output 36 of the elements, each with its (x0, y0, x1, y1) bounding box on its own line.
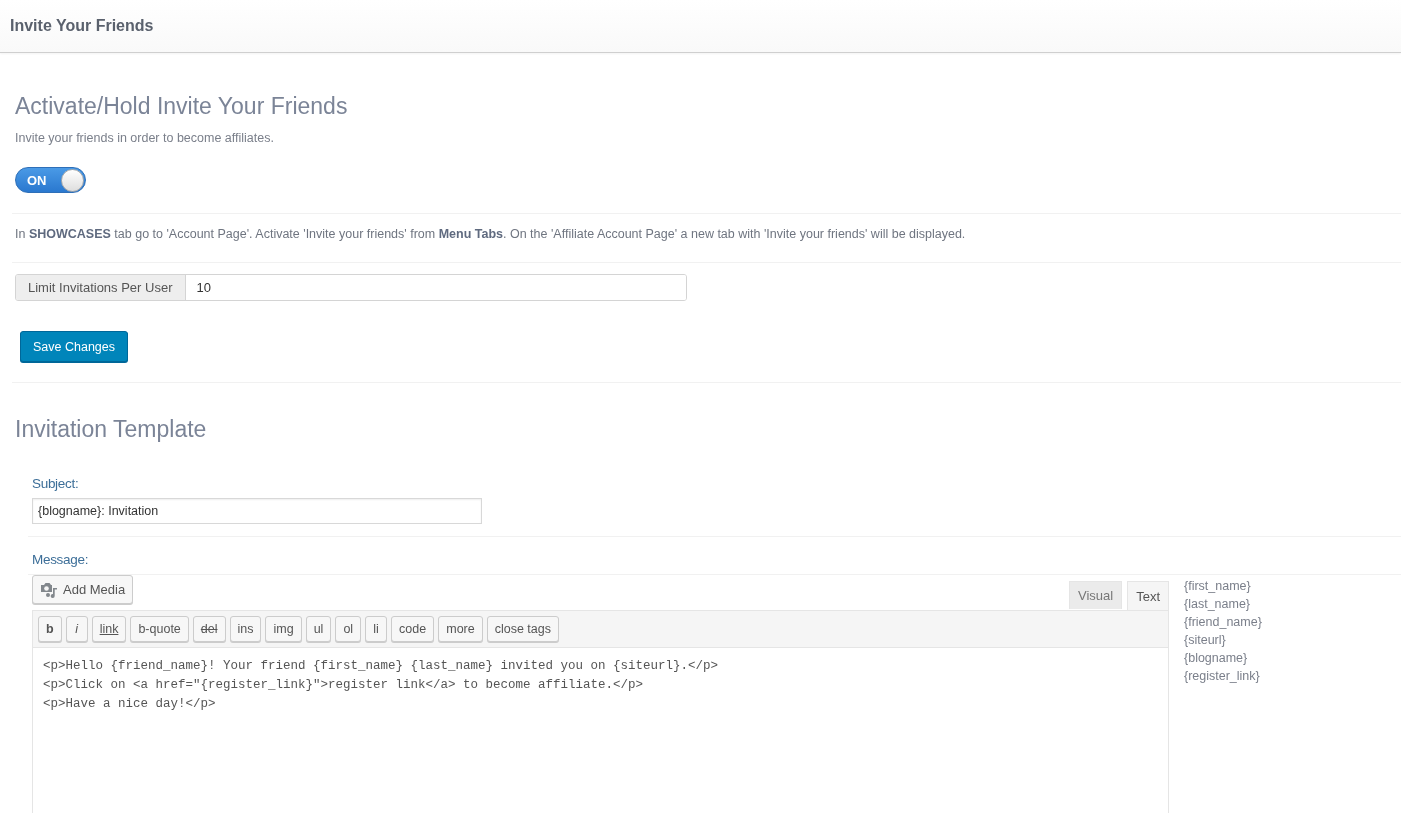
format-button[interactable]: img (265, 616, 302, 642)
format-button[interactable]: link (91, 616, 127, 642)
format-button[interactable]: li (365, 616, 388, 642)
format-button[interactable]: b-quote (130, 616, 189, 642)
field-label: Message: (32, 551, 90, 569)
format-button[interactable]: b (38, 616, 62, 642)
format-button[interactable]: ul (305, 616, 332, 642)
format-button[interactable]: ol (335, 616, 362, 642)
subject-input[interactable]: {blogname}: Invitation (32, 498, 482, 524)
section-heading: Invitation Template (15, 415, 208, 443)
section-description: Invite your friends in order to become affiliates. (15, 130, 275, 147)
placeholder-tag: {register_link} (1184, 667, 1262, 685)
format-button[interactable]: code (391, 616, 435, 642)
format-button[interactable]: ins (229, 616, 262, 642)
instructions-text: In SHOWCASES tab go to 'Account Page'. Activate 'Invite your friends' from Menu Tabs. On the 'Affiliate Account Page' a new tab with 'Invite your friends' will be displayed. (15, 226, 967, 243)
field-label: Subject: (32, 475, 80, 493)
placeholder-tag: {first_name} (1184, 577, 1262, 595)
save-button[interactable]: Save Changes (20, 331, 128, 362)
format-button[interactable]: del (192, 616, 226, 642)
editor-tab[interactable]: Visual (1068, 581, 1123, 609)
placeholder-tag: {siteurl} (1184, 631, 1262, 649)
camera-music-icon (40, 581, 58, 598)
placeholder-tag: {last_name} (1184, 595, 1262, 613)
field-label: Limit Invitations Per User (16, 275, 186, 300)
limit-field[interactable]: Limit Invitations Per User 10 (15, 274, 687, 301)
placeholder-tag: {blogname} (1184, 649, 1262, 667)
page-title: Invite Your Friends (10, 17, 154, 35)
message-textarea[interactable]: <p>Hello {friend_name}! Your friend {first_name} {last_name} invited you on {siteurl}.</p> <p>Click on <a href="{register_link}">register link</a> to become affiliate.</p> <p>Have a nice day!</p> (32, 648, 1169, 813)
format-button[interactable]: i (65, 616, 88, 642)
add-media-button[interactable]: Add Media (32, 575, 134, 604)
format-button[interactable]: more (438, 616, 483, 642)
toggle-switch[interactable]: ON (15, 167, 86, 193)
format-button[interactable]: close tags (486, 616, 559, 642)
section-heading: Activate/Hold Invite Your Friends (15, 92, 349, 120)
placeholder-tag: {friend_name} (1184, 613, 1262, 631)
editor-tab[interactable]: Text (1127, 581, 1169, 610)
